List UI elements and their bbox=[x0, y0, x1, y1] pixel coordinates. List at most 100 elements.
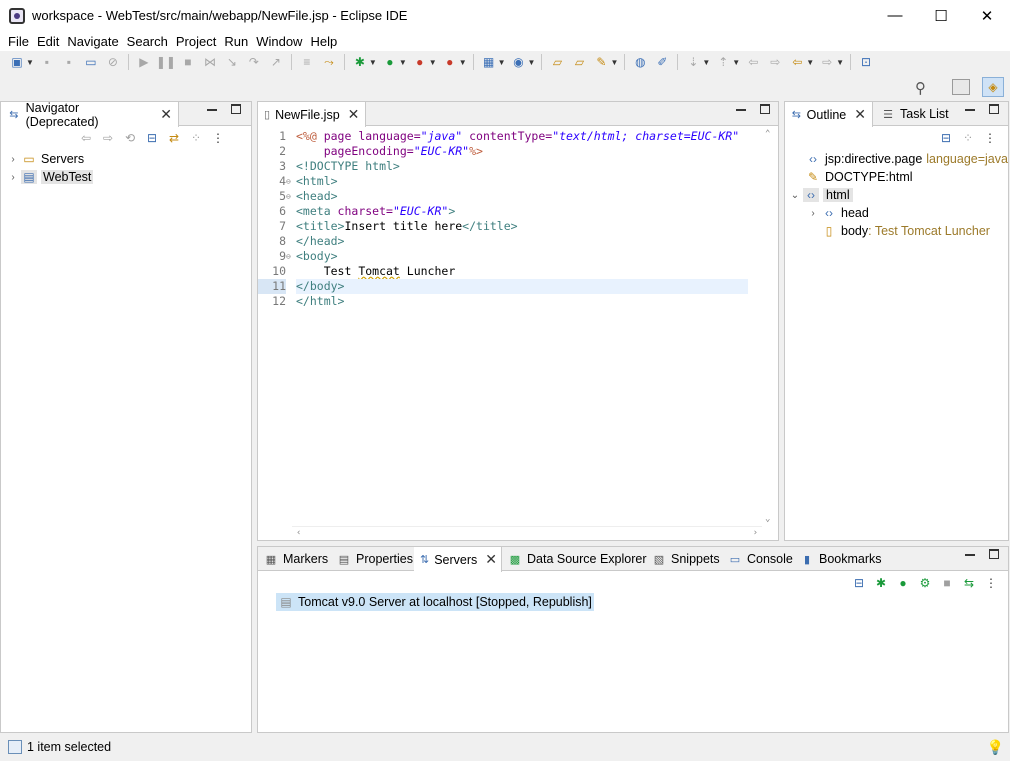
tree-item-webtest[interactable]: › ▤ WebTest bbox=[7, 168, 94, 186]
expand-icon[interactable]: › bbox=[7, 154, 19, 165]
tab-snippets[interactable]: ▧ Snippets bbox=[646, 547, 726, 571]
open-type-icon[interactable]: ▱ bbox=[548, 54, 566, 70]
search-tool-dropdown-icon[interactable]: ▼ bbox=[610, 58, 618, 67]
link-with-editor-icon[interactable]: ⇄ bbox=[166, 130, 182, 146]
fold-toggle-icon[interactable]: ⊖ bbox=[286, 189, 294, 204]
view-menu-icon[interactable]: ⋮ bbox=[210, 130, 226, 146]
save-all-icon[interactable]: ▪ bbox=[60, 54, 78, 70]
tab-task-list[interactable]: ☰ Task List bbox=[875, 102, 955, 126]
save-icon[interactable]: ▪ bbox=[38, 54, 56, 70]
tab-outline[interactable]: ⇆ Outline ✕ bbox=[785, 102, 873, 127]
step-into-icon[interactable]: ↘ bbox=[223, 54, 241, 70]
menu-project[interactable]: Project bbox=[176, 34, 216, 49]
vertical-scrollbar[interactable]: ⌃ ⌄ bbox=[762, 127, 778, 526]
use-step-filters-icon[interactable]: ⤳ bbox=[320, 54, 338, 70]
minimize-button[interactable]: — bbox=[872, 0, 918, 31]
scroll-right-icon[interactable]: › bbox=[753, 528, 758, 538]
back-dropdown-icon[interactable]: ▼ bbox=[806, 58, 814, 67]
tab-bookmarks[interactable]: ▮ Bookmarks bbox=[794, 547, 888, 571]
forward-arrow-icon[interactable]: ⇨ bbox=[100, 130, 116, 146]
terminal-icon[interactable]: ▭ bbox=[82, 54, 100, 70]
new-class-icon[interactable]: ◉ bbox=[510, 54, 528, 70]
terminate-icon[interactable]: ■ bbox=[179, 54, 197, 70]
tab-data-source-explorer[interactable]: ▩ Data Source Explorer bbox=[502, 547, 653, 571]
open-perspective-icon[interactable] bbox=[952, 79, 970, 95]
back-arrow-icon[interactable]: ⇦ bbox=[78, 130, 94, 146]
menu-edit[interactable]: Edit bbox=[37, 34, 59, 49]
resume-icon[interactable]: ▶ bbox=[135, 54, 153, 70]
skip-breakpoints-icon[interactable]: ⊘ bbox=[104, 54, 122, 70]
collapse-icon[interactable]: ⌄ bbox=[789, 190, 801, 201]
search-tool-icon[interactable]: ✎ bbox=[592, 54, 610, 70]
suspend-icon[interactable]: ❚❚ bbox=[156, 54, 176, 70]
pin-editor-icon[interactable]: ⊡ bbox=[857, 54, 875, 70]
filters-icon[interactable]: ⁘ bbox=[188, 130, 204, 146]
close-icon[interactable]: ✕ bbox=[485, 551, 497, 568]
tree-item-servers[interactable]: › ▭ Servers bbox=[7, 150, 84, 168]
outline-item-doctype[interactable]: ✎ DOCTYPE:html bbox=[803, 168, 913, 186]
maximize-view-icon[interactable] bbox=[760, 104, 770, 114]
maximize-view-icon[interactable] bbox=[989, 104, 999, 114]
minimize-view-icon[interactable] bbox=[965, 109, 975, 111]
scroll-down-icon[interactable]: ⌄ bbox=[765, 514, 770, 524]
new-project-dropdown-icon[interactable]: ▼ bbox=[498, 58, 506, 67]
outline-item-html[interactable]: ⌄ ‹› html bbox=[789, 186, 853, 204]
debug-dropdown-icon[interactable]: ▼ bbox=[369, 58, 377, 67]
next-annotation-dropdown-icon[interactable]: ▼ bbox=[702, 58, 710, 67]
up-folder-icon[interactable]: ⟲ bbox=[122, 130, 138, 146]
maximize-button[interactable]: ☐ bbox=[918, 0, 964, 31]
fold-toggle-icon[interactable]: ⊖ bbox=[286, 249, 294, 264]
collapse-all-icon[interactable]: ⊟ bbox=[144, 130, 160, 146]
minimize-view-icon[interactable] bbox=[207, 109, 217, 111]
fold-toggle-icon[interactable]: ⊖ bbox=[286, 174, 294, 189]
tab-newfile-jsp[interactable]: ▯ NewFile.jsp ✕ bbox=[258, 102, 366, 127]
menu-search[interactable]: Search bbox=[127, 34, 168, 49]
collapse-all-icon[interactable]: ⊟ bbox=[938, 130, 954, 146]
menu-window[interactable]: Window bbox=[256, 34, 302, 49]
drop-to-frame-icon[interactable]: ≡ bbox=[298, 54, 316, 70]
tab-console[interactable]: ▭ Console bbox=[722, 547, 799, 571]
previous-annotation-dropdown-icon[interactable]: ▼ bbox=[732, 58, 740, 67]
close-icon[interactable]: ✕ bbox=[160, 106, 172, 123]
publish-server-icon[interactable]: ⇆ bbox=[961, 575, 977, 591]
annotation-icon[interactable]: ✐ bbox=[653, 54, 671, 70]
next-annotation-icon[interactable]: ⇣ bbox=[684, 54, 702, 70]
outline-item-body[interactable]: ▯ body : Test Tomcat Luncher bbox=[819, 222, 990, 240]
close-icon[interactable]: ✕ bbox=[854, 106, 866, 123]
close-button[interactable]: ✕ bbox=[964, 0, 1010, 31]
maximize-view-icon[interactable] bbox=[989, 549, 999, 559]
external-tools-dropdown-icon[interactable]: ▼ bbox=[459, 58, 467, 67]
external-tools-icon[interactable]: ● bbox=[441, 54, 459, 70]
run-icon[interactable]: ● bbox=[381, 54, 399, 70]
debug-server-icon[interactable]: ✱ bbox=[873, 575, 889, 591]
tab-servers[interactable]: ⇅ Servers ✕ bbox=[414, 547, 502, 572]
previous-annotation-icon[interactable]: ⇡ bbox=[714, 54, 732, 70]
expand-icon[interactable]: › bbox=[7, 172, 19, 183]
web-browser-icon[interactable]: ◍ bbox=[631, 54, 649, 70]
profile-server-icon[interactable]: ⚙ bbox=[917, 575, 933, 591]
new-java-project-icon[interactable]: ▦ bbox=[480, 54, 498, 70]
forward-dropdown-icon[interactable]: ▼ bbox=[836, 58, 844, 67]
horizontal-scrollbar[interactable]: ‹ › bbox=[292, 526, 762, 540]
outline-item-head[interactable]: › ‹› head bbox=[807, 204, 868, 222]
open-task-icon[interactable]: ▱ bbox=[570, 54, 588, 70]
last-edit-location-icon[interactable]: ⇦ bbox=[744, 54, 762, 70]
search-icon[interactable]: ⚲ bbox=[915, 79, 926, 97]
tab-navigator[interactable]: ⇆ Navigator (Deprecated) ✕ bbox=[1, 101, 179, 129]
run-dropdown-icon[interactable]: ▼ bbox=[399, 58, 407, 67]
step-over-icon[interactable]: ↷ bbox=[245, 54, 263, 70]
collapse-all-icon[interactable]: ⊟ bbox=[851, 575, 867, 591]
stop-server-icon[interactable]: ■ bbox=[939, 575, 955, 591]
maximize-view-icon[interactable] bbox=[231, 104, 241, 114]
coverage-dropdown-icon[interactable]: ▼ bbox=[429, 58, 437, 67]
forward-history-icon[interactable]: ⇨ bbox=[766, 54, 784, 70]
filters-icon[interactable]: ⁘ bbox=[960, 130, 976, 146]
minimize-view-icon[interactable] bbox=[965, 554, 975, 556]
back-icon[interactable]: ⇦ bbox=[788, 54, 806, 70]
java-ee-perspective-icon[interactable]: ◈ bbox=[982, 77, 1004, 97]
menu-file[interactable]: File bbox=[8, 34, 29, 49]
menu-run[interactable]: Run bbox=[224, 34, 248, 49]
view-menu-icon[interactable]: ⋮ bbox=[983, 575, 999, 591]
debug-icon[interactable]: ✱ bbox=[351, 54, 369, 70]
minimize-view-icon[interactable] bbox=[736, 109, 746, 111]
